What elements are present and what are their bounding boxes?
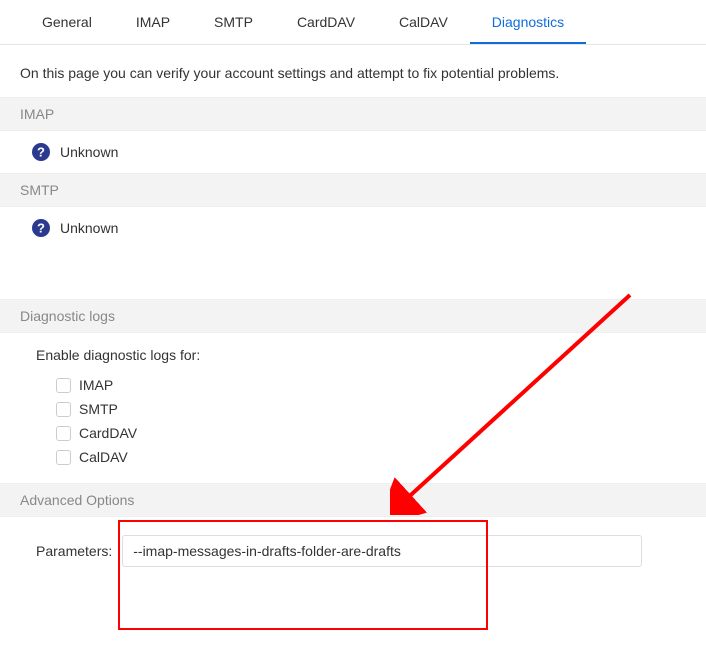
parameters-label: Parameters: [36,543,112,559]
tab-general[interactable]: General [20,0,114,44]
tab-imap[interactable]: IMAP [114,0,192,44]
tab-carddav[interactable]: CardDAV [275,0,377,44]
log-option-carddav-row: CardDAV [0,421,706,445]
checkbox-label-imap: IMAP [79,377,113,393]
section-header-smtp: SMTP [0,173,706,207]
checkbox-smtp[interactable] [56,402,71,417]
checkbox-label-caldav: CalDAV [79,449,128,465]
log-option-smtp-row: SMTP [0,397,706,421]
checkbox-label-carddav: CardDAV [79,425,137,441]
section-header-advanced: Advanced Options [0,483,706,517]
tab-caldav[interactable]: CalDAV [377,0,470,44]
tab-smtp[interactable]: SMTP [192,0,275,44]
checkbox-caldav[interactable] [56,450,71,465]
intro-text: On this page you can verify your account… [0,45,706,97]
checkbox-imap[interactable] [56,378,71,393]
section-header-imap: IMAP [0,97,706,131]
parameters-row: Parameters: [0,517,706,567]
imap-status-text: Unknown [60,144,118,160]
checkbox-label-smtp: SMTP [79,401,118,417]
question-icon: ? [32,219,50,237]
section-header-logs: Diagnostic logs [0,299,706,333]
svg-text:?: ? [37,145,45,160]
diagnostics-panel: On this page you can verify your account… [0,45,706,587]
log-option-caldav-row: CalDAV [0,445,706,469]
svg-text:?: ? [37,221,45,236]
tabs-nav: General IMAP SMTP CardDAV CalDAV Diagnos… [0,0,706,45]
checkbox-carddav[interactable] [56,426,71,441]
enable-logs-label: Enable diagnostic logs for: [0,333,706,373]
parameters-input[interactable] [122,535,642,567]
smtp-status-row: ? Unknown [0,207,706,249]
tab-diagnostics[interactable]: Diagnostics [470,0,586,44]
imap-status-row: ? Unknown [0,131,706,173]
question-icon: ? [32,143,50,161]
log-option-imap-row: IMAP [0,373,706,397]
smtp-status-text: Unknown [60,220,118,236]
